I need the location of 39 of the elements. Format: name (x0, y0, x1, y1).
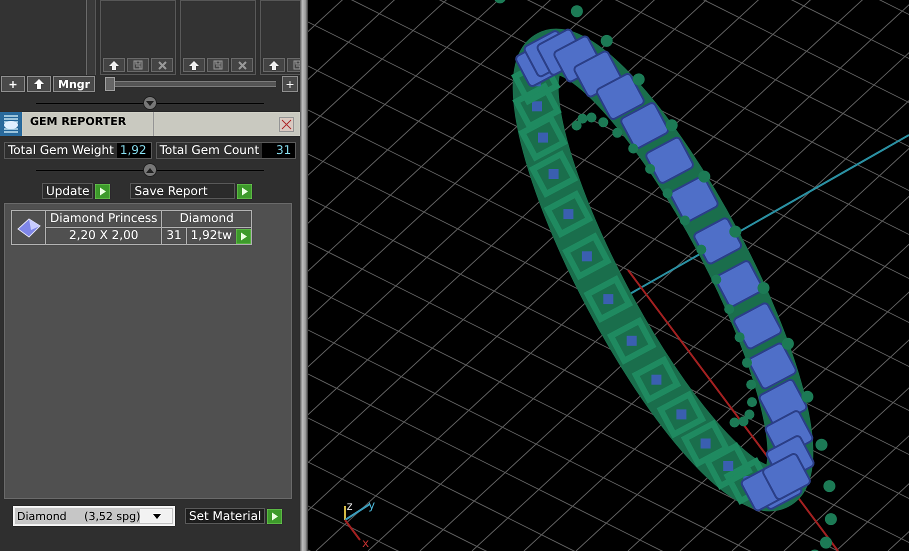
set-material-label[interactable]: Set Material (185, 508, 266, 524)
play-icon[interactable] (95, 184, 110, 198)
scrollbar[interactable] (86, 0, 95, 75)
save-icon[interactable] (207, 58, 229, 72)
gem-item[interactable]: Diamond Princess Diamond 2,20 X 2,00 31 1,92tw (11, 210, 252, 245)
close-icon[interactable] (231, 58, 253, 72)
thumbnail-slot[interactable] (180, 0, 256, 75)
material-dropdown[interactable]: Diamond (3,52 spg) (13, 506, 175, 526)
play-icon[interactable] (237, 184, 252, 198)
gem-size: 2,20 X 2,00 (46, 228, 162, 244)
play-icon[interactable] (267, 508, 282, 524)
gem-material: Diamond (162, 211, 251, 228)
action-label[interactable]: Save Report (130, 183, 236, 199)
add-button[interactable]: + (1, 76, 25, 92)
gem-weight: 1,92tw (190, 228, 233, 244)
collapse-handle[interactable] (143, 96, 157, 110)
total-label: Total Gem Count (158, 143, 260, 158)
action-label[interactable]: Update (42, 183, 94, 199)
gem-count: 31 (162, 228, 187, 244)
total-label: Total Gem Weight (7, 143, 115, 158)
manager-button[interactable]: Mngr (53, 76, 96, 92)
gem-reporter-logo-icon (0, 112, 22, 136)
panel-title: GEM REPORTER (22, 112, 154, 136)
play-icon[interactable] (236, 228, 251, 244)
z-axis-label: z (346, 499, 354, 513)
y-axis-label: y (368, 498, 376, 512)
close-icon[interactable] (151, 58, 173, 72)
x-axis-label: x (362, 536, 370, 550)
panel-splitter[interactable] (300, 0, 308, 551)
zoom-add-button[interactable]: + (282, 76, 298, 92)
close-icon[interactable] (279, 116, 294, 132)
slider-thumb[interactable] (105, 77, 116, 91)
gem-name: Diamond Princess (46, 211, 162, 228)
total-value: 1,92 (116, 143, 151, 158)
ring-drawing[interactable] (494, 0, 837, 551)
expand-handle[interactable] (143, 163, 157, 177)
total-value: 31 (262, 143, 296, 158)
thumbnail-slot[interactable] (100, 0, 176, 75)
save-icon[interactable] (127, 58, 149, 72)
